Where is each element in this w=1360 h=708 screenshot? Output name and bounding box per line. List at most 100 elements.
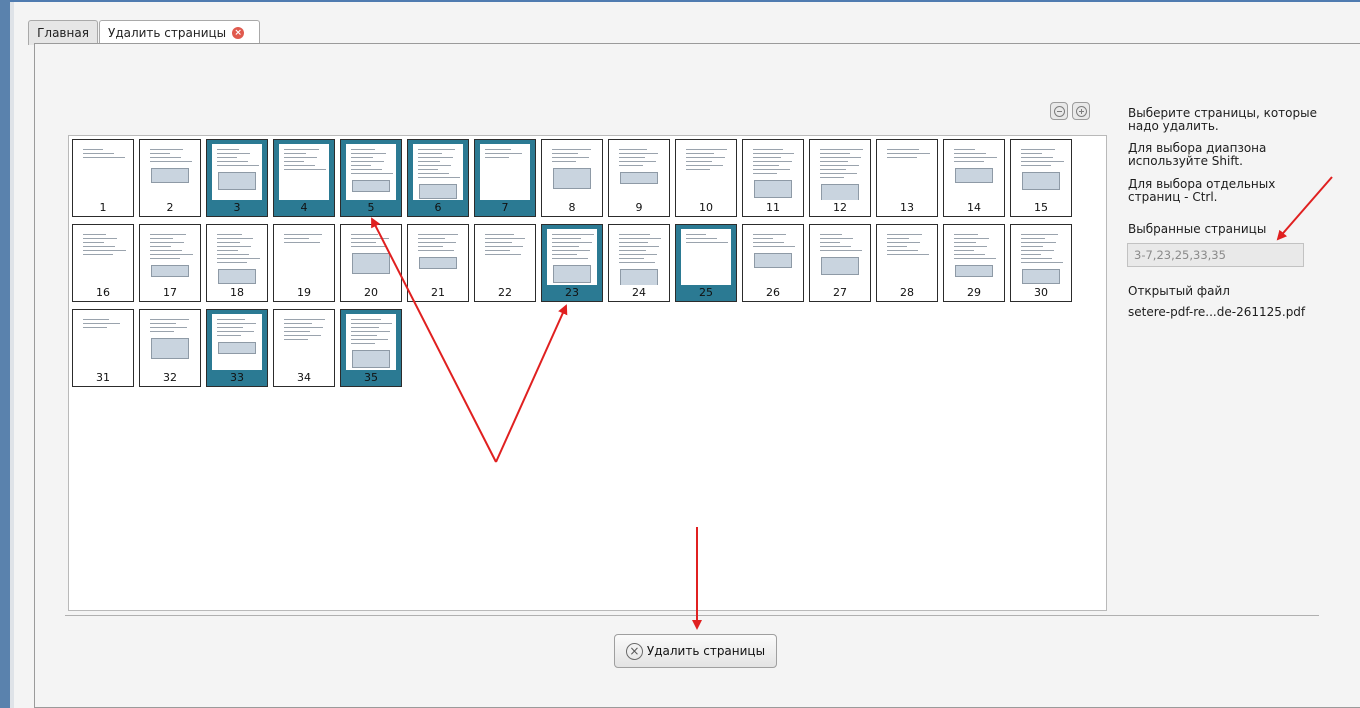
page-number: 31 bbox=[96, 371, 110, 384]
page-preview bbox=[212, 144, 262, 200]
app-window: Главная Удалить страницы × 1 2 3 4 5 6 7 8 9 10 11… bbox=[14, 2, 1360, 708]
page-preview bbox=[212, 314, 262, 370]
page-thumbnail[interactable]: 7 bbox=[474, 139, 536, 217]
page-preview bbox=[413, 229, 463, 285]
page-number: 28 bbox=[900, 286, 914, 299]
page-thumbnail[interactable]: 21 bbox=[407, 224, 469, 302]
page-thumbnail[interactable]: 11 bbox=[742, 139, 804, 217]
page-thumbnail[interactable]: 24 bbox=[608, 224, 670, 302]
page-number: 13 bbox=[900, 201, 914, 214]
page-thumbnail[interactable]: 1 bbox=[72, 139, 134, 217]
page-preview bbox=[882, 144, 932, 200]
page-thumbnail[interactable]: 32 bbox=[139, 309, 201, 387]
page-preview bbox=[78, 229, 128, 285]
page-thumbnail[interactable]: 19 bbox=[273, 224, 335, 302]
page-thumbnail[interactable]: 29 bbox=[943, 224, 1005, 302]
selected-pages-label: Выбранные страницы bbox=[1128, 222, 1267, 236]
page-thumbnail[interactable]: 8 bbox=[541, 139, 603, 217]
page-preview bbox=[279, 314, 329, 370]
page-preview bbox=[480, 144, 530, 200]
page-thumbnail[interactable]: 25 bbox=[675, 224, 737, 302]
page-thumbnail[interactable]: 6 bbox=[407, 139, 469, 217]
tab-bar: Главная Удалить страницы × bbox=[14, 2, 1360, 45]
page-number: 33 bbox=[230, 371, 244, 384]
page-number: 35 bbox=[364, 371, 378, 384]
tab-delete-pages[interactable]: Удалить страницы × bbox=[99, 20, 260, 45]
page-thumbnail[interactable]: 26 bbox=[742, 224, 804, 302]
instruction-individual: Для выбора отдельных страниц - Ctrl. bbox=[1128, 177, 1276, 204]
page-number: 23 bbox=[565, 286, 579, 299]
page-number: 9 bbox=[635, 201, 643, 214]
page-preview bbox=[748, 144, 798, 200]
page-thumbnail[interactable]: 27 bbox=[809, 224, 871, 302]
page-number: 11 bbox=[766, 201, 780, 214]
page-thumbnail[interactable]: 35 bbox=[340, 309, 402, 387]
page-thumbnail[interactable]: 18 bbox=[206, 224, 268, 302]
close-icon[interactable]: × bbox=[232, 27, 245, 39]
zoom-out-icon bbox=[1053, 105, 1065, 117]
page-preview bbox=[212, 229, 262, 285]
page-thumbnail[interactable]: 33 bbox=[206, 309, 268, 387]
page-thumbnail[interactable]: 5 bbox=[340, 139, 402, 217]
page-thumbnail[interactable]: 4 bbox=[273, 139, 335, 217]
page-number: 14 bbox=[967, 201, 981, 214]
page-thumbnail[interactable]: 10 bbox=[675, 139, 737, 217]
zoom-in-button[interactable] bbox=[1072, 102, 1090, 120]
page-thumbnail[interactable]: 20 bbox=[340, 224, 402, 302]
delete-pages-button[interactable]: × Удалить страницы bbox=[614, 634, 777, 668]
page-preview bbox=[145, 144, 195, 200]
page-thumbnail[interactable]: 30 bbox=[1010, 224, 1072, 302]
page-thumbnail[interactable]: 15 bbox=[1010, 139, 1072, 217]
page-thumbnail[interactable]: 17 bbox=[139, 224, 201, 302]
page-preview bbox=[748, 229, 798, 285]
page-number: 2 bbox=[166, 201, 174, 214]
instruction-select: Выберите страницы, которые надо удалить. bbox=[1128, 106, 1317, 133]
open-file-label: Открытый файл bbox=[1128, 284, 1230, 298]
page-thumbnail[interactable]: 14 bbox=[943, 139, 1005, 217]
open-file-name: setere-pdf-re...de-261125.pdf bbox=[1128, 305, 1306, 319]
page-number: 17 bbox=[163, 286, 177, 299]
page-thumbnail-grid: 1 2 3 4 5 6 7 8 9 10 11 12 13 14 15 16 17 18 19 20 21 22 23 24 2… bbox=[68, 135, 1107, 611]
page-thumbnail[interactable]: 16 bbox=[72, 224, 134, 302]
zoom-out-button[interactable] bbox=[1050, 102, 1068, 120]
page-preview bbox=[145, 314, 195, 370]
page-thumbnail[interactable]: 34 bbox=[273, 309, 335, 387]
page-number: 29 bbox=[967, 286, 981, 299]
page-preview bbox=[547, 229, 597, 285]
page-preview bbox=[547, 144, 597, 200]
page-number: 18 bbox=[230, 286, 244, 299]
page-preview bbox=[1016, 229, 1066, 285]
page-number: 1 bbox=[99, 201, 107, 214]
page-preview bbox=[882, 229, 932, 285]
selected-pages-field[interactable] bbox=[1127, 243, 1304, 267]
page-number: 6 bbox=[434, 201, 442, 214]
page-thumbnail[interactable]: 13 bbox=[876, 139, 938, 217]
page-number: 7 bbox=[501, 201, 509, 214]
page-number: 19 bbox=[297, 286, 311, 299]
page-preview bbox=[78, 314, 128, 370]
page-preview bbox=[346, 314, 396, 370]
page-preview bbox=[413, 144, 463, 200]
page-thumbnail[interactable]: 31 bbox=[72, 309, 134, 387]
page-thumbnail[interactable]: 22 bbox=[474, 224, 536, 302]
page-thumbnail[interactable]: 2 bbox=[139, 139, 201, 217]
page-thumbnail[interactable]: 3 bbox=[206, 139, 268, 217]
page-number: 8 bbox=[568, 201, 576, 214]
tab-home[interactable]: Главная bbox=[28, 20, 98, 45]
page-number: 32 bbox=[163, 371, 177, 384]
page-preview bbox=[815, 229, 865, 285]
x-circle-icon: × bbox=[625, 642, 643, 660]
page-thumbnail[interactable]: 28 bbox=[876, 224, 938, 302]
page-thumbnail[interactable]: 9 bbox=[608, 139, 670, 217]
page-preview bbox=[949, 229, 999, 285]
page-preview bbox=[681, 144, 731, 200]
page-preview bbox=[346, 144, 396, 200]
page-preview bbox=[614, 144, 664, 200]
page-number: 15 bbox=[1034, 201, 1048, 214]
page-preview bbox=[346, 229, 396, 285]
page-number: 3 bbox=[233, 201, 241, 214]
page-thumbnail[interactable]: 12 bbox=[809, 139, 871, 217]
page-preview bbox=[145, 229, 195, 285]
page-number: 27 bbox=[833, 286, 847, 299]
page-thumbnail[interactable]: 23 bbox=[541, 224, 603, 302]
